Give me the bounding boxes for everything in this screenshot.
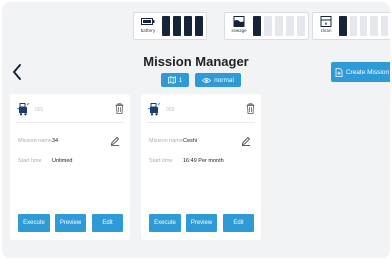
- status-strip: battery sewage clean: [2, 2, 390, 46]
- battery-level-bar: [173, 16, 181, 36]
- start-time-label: Start time: [149, 158, 173, 164]
- preview-button[interactable]: Preview: [55, 214, 86, 232]
- mission-name-value: 34: [52, 138, 59, 144]
- sewage-level-bar: [297, 16, 305, 36]
- battery-label: battery: [140, 28, 156, 33]
- app-screen: battery sewage clean Mission Manager 1 n…: [2, 2, 390, 258]
- pencil-icon[interactable]: [110, 136, 120, 146]
- start-time-value: 16:49 Per month: [183, 158, 224, 164]
- battery-indicator: battery: [137, 15, 159, 37]
- clean-level-bar: [380, 16, 389, 36]
- mission-id: 001: [35, 107, 44, 113]
- execute-button[interactable]: Execute: [149, 214, 181, 232]
- battery-icon: [141, 18, 155, 25]
- trash-icon[interactable]: [246, 103, 255, 114]
- mission-card: 001 Mission name 34 Start time Untimed E…: [10, 94, 130, 240]
- clean-level-bar: [370, 16, 378, 36]
- map-chip[interactable]: 1: [161, 73, 189, 87]
- sewage-status: sewage: [224, 12, 309, 40]
- clean-level-bar: [349, 16, 357, 36]
- map-chip-label: 1: [178, 76, 183, 84]
- mission-id: 003: [166, 107, 175, 113]
- sewage-level-bar: [253, 16, 261, 36]
- mode-chip[interactable]: normal: [195, 73, 241, 87]
- create-mission-label: Create Mission: [345, 68, 390, 76]
- trash-icon[interactable]: [115, 103, 124, 114]
- battery-level-bar: [162, 16, 170, 36]
- map-icon: [167, 76, 176, 84]
- battery-status: battery: [133, 12, 207, 40]
- clean-indicator: clean: [316, 15, 336, 37]
- sewage-indicator: sewage: [228, 15, 250, 37]
- clean-label: clean: [320, 28, 332, 33]
- sewage-level-bar: [275, 16, 283, 36]
- divider: [147, 122, 255, 123]
- mission-card: 003 Mission name Ceshi Start time 16:49 …: [141, 94, 261, 240]
- preview-button[interactable]: Preview: [186, 214, 217, 232]
- mission-name-label: Mission name: [149, 138, 183, 144]
- robot-icon: [17, 102, 30, 116]
- battery-level-bar: [195, 16, 203, 36]
- start-time-value: Untimed: [52, 158, 73, 164]
- clean-water-tank-icon: [320, 16, 332, 27]
- start-time-label: Start time: [18, 158, 42, 164]
- clean-status: clean: [312, 12, 390, 40]
- clean-level-bar: [339, 16, 347, 36]
- mode-chip-label: normal: [214, 76, 234, 84]
- document-add-icon: [335, 67, 343, 77]
- divider: [16, 122, 124, 123]
- clean-level-bar: [359, 16, 368, 36]
- edit-button[interactable]: Edit: [223, 214, 254, 232]
- mission-name-label: Mission name: [18, 138, 52, 144]
- execute-button[interactable]: Execute: [18, 214, 50, 232]
- robot-icon: [148, 102, 161, 116]
- sewage-tank-icon: [233, 16, 245, 27]
- pencil-icon[interactable]: [241, 136, 251, 146]
- mission-card-header: 001: [16, 102, 124, 116]
- eye-icon: [202, 77, 212, 83]
- sewage-level-bar: [264, 16, 272, 36]
- sewage-level-bar: [286, 16, 294, 36]
- edit-button[interactable]: Edit: [92, 214, 123, 232]
- sewage-label: sewage: [231, 28, 247, 33]
- battery-level-bar: [184, 16, 192, 36]
- create-mission-button[interactable]: Create Mission: [331, 62, 390, 82]
- mission-card-header: 003: [147, 102, 255, 116]
- mission-name-value: Ceshi: [183, 138, 198, 144]
